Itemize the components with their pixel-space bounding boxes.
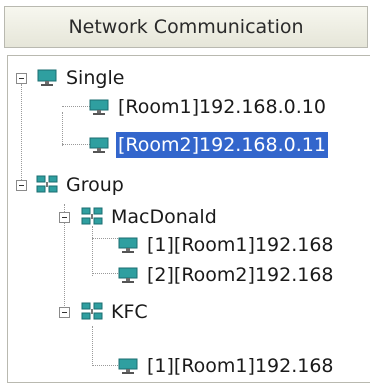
tree-node-kfc-item-1[interactable]: [1][Room1]192.168 — [117, 352, 336, 380]
network-group-icon — [81, 302, 103, 320]
tree-node-kfc[interactable]: KFC — [81, 298, 150, 326]
tree-node-single-room1[interactable]: [Room1]192.168.0.10 — [88, 93, 328, 121]
tree-node-macdonald[interactable]: MacDonald — [81, 203, 219, 231]
tree-line — [62, 106, 90, 107]
tree-line — [92, 326, 93, 366]
tree-node-macdonald-item-2[interactable]: [2][Room2]192.168 — [117, 261, 336, 289]
tree-node-macdonald-item-1[interactable]: [1][Room1]192.168 — [117, 231, 336, 259]
tree-node-single-room2[interactable]: [Room2]192.168.0.11 — [88, 131, 328, 159]
panel-header: Network Communication — [4, 6, 368, 48]
tree-line — [92, 238, 118, 239]
tree-node-label: [1][Room1]192.168 — [147, 355, 334, 377]
tree-node-label: Group — [66, 174, 124, 196]
network-communication-panel: Network Communication Single [Room1]192.… — [0, 0, 374, 388]
panel-title: Network Communication — [68, 16, 304, 38]
minus-box-icon[interactable] — [59, 307, 70, 318]
tree-node-label: MacDonald — [111, 206, 217, 228]
network-group-icon — [36, 175, 58, 193]
tree-node-label: [1][Room1]192.168 — [147, 234, 334, 256]
monitor-icon — [118, 358, 138, 374]
minus-box-icon[interactable] — [16, 180, 27, 191]
monitor-icon — [89, 137, 109, 153]
monitor-icon — [37, 69, 57, 86]
tree-node-label-selected: [Room2]192.168.0.11 — [116, 132, 328, 158]
minus-box-icon[interactable] — [59, 212, 70, 223]
tree-line — [62, 144, 90, 145]
tree-line — [92, 365, 118, 366]
tree-node-single[interactable]: Single — [36, 64, 126, 92]
tree-line — [62, 112, 63, 146]
tree-node-label: [2][Room2]192.168 — [147, 264, 334, 286]
monitor-icon — [89, 99, 109, 115]
tree-line — [21, 84, 22, 188]
monitor-icon — [118, 237, 138, 253]
monitor-icon — [118, 267, 138, 283]
tree-view[interactable]: Single [Room1]192.168.0.10 [Room2]192.16… — [7, 55, 370, 383]
tree-line — [92, 226, 93, 276]
tree-node-label: [Room1]192.168.0.10 — [118, 96, 326, 118]
tree-node-group[interactable]: Group — [36, 171, 126, 199]
network-group-icon — [81, 207, 103, 225]
tree-node-label: KFC — [111, 301, 148, 323]
tree-line — [92, 273, 118, 274]
minus-box-icon[interactable] — [16, 73, 27, 84]
tree-node-label: Single — [66, 67, 125, 89]
